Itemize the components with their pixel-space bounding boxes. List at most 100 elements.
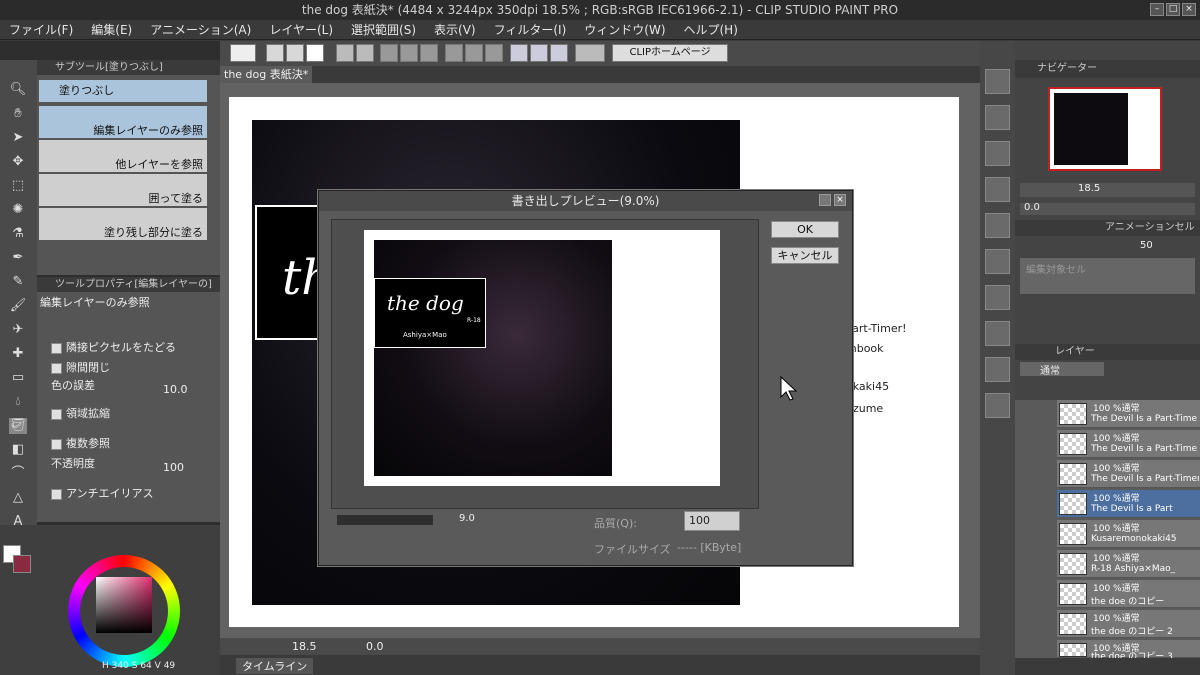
menu-help[interactable]: ヘルプ(H) bbox=[675, 20, 747, 40]
eraser-tool-icon[interactable]: ▭ bbox=[9, 370, 27, 386]
layer-row[interactable]: 100 %通常 Kusaremonokaki45 bbox=[1057, 520, 1200, 548]
menu-layer[interactable]: レイヤー(L) bbox=[260, 20, 342, 40]
layer-row-selected[interactable]: 100 %通常 The Devil Is a Part bbox=[1057, 490, 1200, 518]
crop-icon[interactable] bbox=[485, 44, 503, 62]
move-layer-icon[interactable]: ✥ bbox=[9, 154, 27, 170]
snap-ruler-icon[interactable] bbox=[510, 44, 528, 62]
subtool-refer-other-layers[interactable]: 他レイヤーを参照 bbox=[39, 140, 207, 172]
dialog-maximize-button[interactable] bbox=[819, 194, 831, 206]
close-button[interactable]: × bbox=[1182, 3, 1196, 16]
layer-name: the doe のコピー bbox=[1091, 597, 1165, 607]
blend-tool-icon[interactable]: 💧︎ bbox=[9, 394, 27, 410]
layer-row[interactable]: 100 %通常 The Devil Is a Part-Timer bbox=[1057, 460, 1200, 488]
material-icon-5[interactable] bbox=[985, 213, 1010, 238]
pen-tool-icon[interactable]: ✒ bbox=[9, 250, 27, 266]
antialias-checkbox[interactable] bbox=[51, 488, 62, 500]
subtool-group-fill[interactable]: 塗りつぶし bbox=[39, 80, 207, 102]
animation-cel-field[interactable]: 編集対象セル bbox=[1020, 258, 1195, 294]
material-icon-8[interactable] bbox=[985, 321, 1010, 346]
expand-checkbox[interactable] bbox=[51, 408, 62, 420]
menu-view[interactable]: 表示(V) bbox=[425, 20, 485, 40]
invert-selection-icon[interactable] bbox=[465, 44, 483, 62]
transform-icon[interactable] bbox=[420, 44, 438, 62]
material-icon-9[interactable] bbox=[985, 357, 1010, 382]
menu-window[interactable]: ウィンドウ(W) bbox=[575, 20, 674, 40]
auto-select-icon[interactable]: ✺ bbox=[9, 202, 27, 218]
snap-grid-icon[interactable] bbox=[550, 44, 568, 62]
brush-tool-icon[interactable]: 🖌︎ bbox=[9, 298, 27, 314]
clear-icon[interactable] bbox=[380, 44, 398, 62]
airbrush-tool-icon[interactable]: ✈ bbox=[9, 322, 27, 338]
document-tab[interactable]: the dog 表紙決* bbox=[220, 66, 312, 83]
material-icon-6[interactable] bbox=[985, 249, 1010, 274]
snap-special-ruler-icon[interactable] bbox=[530, 44, 548, 62]
menu-filter[interactable]: フィルター(I) bbox=[485, 20, 576, 40]
new-file-icon[interactable] bbox=[266, 44, 284, 62]
multi-ref-checkbox[interactable] bbox=[51, 438, 62, 450]
material-icon-2[interactable] bbox=[985, 105, 1010, 130]
status-angle[interactable]: 0.0 bbox=[366, 640, 384, 653]
animation-cel-value[interactable]: 50 bbox=[1140, 240, 1153, 251]
hand-tool-icon[interactable]: ✋︎ bbox=[9, 106, 27, 122]
figure-tool-icon[interactable]: ⌒ bbox=[9, 466, 27, 482]
eyedropper-icon[interactable]: ⚗ bbox=[9, 226, 27, 242]
adjacent-checkbox[interactable] bbox=[51, 342, 62, 354]
pencil-tool-icon[interactable]: ✎ bbox=[9, 274, 27, 290]
close-gap-checkbox[interactable] bbox=[51, 362, 62, 374]
saturation-value-square[interactable] bbox=[96, 577, 152, 633]
layer-row[interactable]: 100 %通常 The Devil Is a Part-Time bbox=[1057, 400, 1200, 428]
save-icon[interactable] bbox=[306, 44, 324, 62]
gradient-tool-icon[interactable]: ◧ bbox=[9, 442, 27, 458]
sub-color-swatch[interactable] bbox=[13, 555, 31, 573]
material-icon-10[interactable] bbox=[985, 393, 1010, 418]
navigator-zoom-slider[interactable]: 18.5 bbox=[1020, 183, 1195, 197]
selection-tool-icon[interactable]: ⬚ bbox=[9, 178, 27, 194]
subtool-edit-layer-only[interactable]: 編集レイヤーのみ参照 bbox=[39, 106, 207, 138]
cancel-button[interactable]: キャンセル bbox=[771, 247, 839, 264]
preview-zoom-slider[interactable] bbox=[337, 515, 433, 525]
dialog-close-button[interactable]: × bbox=[834, 194, 846, 206]
layer-row[interactable]: 100 %通常 the doe のコピー 3 bbox=[1057, 640, 1200, 662]
fill-tool-icon[interactable]: 🪣︎ bbox=[9, 418, 27, 434]
open-file-icon[interactable] bbox=[286, 44, 304, 62]
ok-button[interactable]: OK bbox=[771, 221, 839, 238]
undo-icon[interactable] bbox=[336, 44, 354, 62]
export-preview-area[interactable]: the dog R-18 Ashiya×Mao bbox=[331, 219, 759, 509]
material-icon-7[interactable] bbox=[985, 285, 1010, 310]
layer-thumbnail bbox=[1059, 583, 1087, 605]
redo-icon[interactable] bbox=[356, 44, 374, 62]
clip-homepage-button[interactable]: CLIPホームページ bbox=[612, 44, 728, 62]
material-icon-4[interactable] bbox=[985, 177, 1010, 202]
timeline-tab[interactable]: タイムライン bbox=[236, 658, 314, 674]
deselect-icon[interactable] bbox=[445, 44, 463, 62]
decoration-tool-icon[interactable]: ✚ bbox=[9, 346, 27, 362]
zoom-tool-icon[interactable]: 🔍︎ bbox=[9, 82, 27, 98]
layer-row[interactable]: 100 %通常 the doe のコピー bbox=[1057, 580, 1200, 608]
subtool-enclose-fill[interactable]: 囲って塗る bbox=[39, 174, 207, 206]
material-icon[interactable] bbox=[985, 69, 1010, 94]
blend-mode-select[interactable]: 通常 bbox=[1020, 362, 1104, 377]
navigator-angle-slider[interactable]: 0.0 bbox=[1020, 202, 1195, 215]
menu-edit[interactable]: 編集(E) bbox=[82, 20, 141, 40]
ruler-tool-icon[interactable]: △ bbox=[9, 490, 27, 506]
fill-icon[interactable] bbox=[400, 44, 418, 62]
minimize-button[interactable]: – bbox=[1150, 3, 1164, 16]
menu-selection[interactable]: 選択範囲(S) bbox=[342, 20, 425, 40]
navigator-thumbnail[interactable] bbox=[1048, 87, 1162, 171]
layer-row[interactable]: 100 %通常 The Devil Is a Part-Time bbox=[1057, 430, 1200, 458]
status-zoom[interactable]: 18.5 bbox=[292, 640, 317, 653]
menu-file[interactable]: ファイル(F) bbox=[0, 20, 82, 40]
display-icon[interactable] bbox=[575, 44, 605, 62]
layer-row[interactable]: 100 %通常 R-18 Ashiya×Mao_ bbox=[1057, 550, 1200, 578]
opacity-value[interactable]: 100 bbox=[163, 461, 184, 474]
operation-tool-icon[interactable]: ➤ bbox=[9, 130, 27, 146]
subtool-fill-remaining[interactable]: 塗り残し部分に塗る bbox=[39, 208, 207, 240]
color-margin-value[interactable]: 10.0 bbox=[163, 383, 188, 396]
maximize-button[interactable]: □ bbox=[1166, 3, 1180, 16]
layer-row[interactable]: 100 %通常 the doe のコピー 2 bbox=[1057, 610, 1200, 638]
quality-input[interactable]: 100 bbox=[684, 511, 740, 531]
clip-studio-icon[interactable] bbox=[230, 44, 256, 62]
layer-thumbnail bbox=[1059, 553, 1087, 575]
material-icon-3[interactable] bbox=[985, 141, 1010, 166]
menu-animation[interactable]: アニメーション(A) bbox=[141, 20, 260, 40]
